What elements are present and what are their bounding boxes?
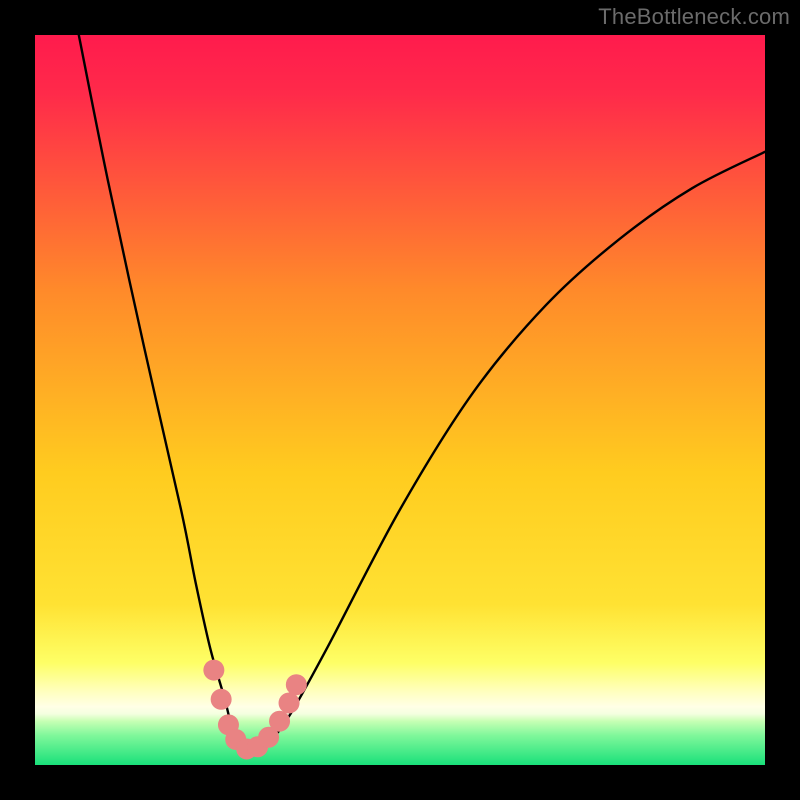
curve-layer xyxy=(35,35,765,765)
plot-area xyxy=(35,35,765,765)
chart-frame: TheBottleneck.com xyxy=(0,0,800,800)
curve-marker xyxy=(286,674,307,695)
curve-marker xyxy=(203,660,224,681)
bottleneck-curve xyxy=(79,35,765,751)
watermark-text: TheBottleneck.com xyxy=(598,4,790,30)
curve-marker xyxy=(211,689,232,710)
curve-marker xyxy=(279,692,300,713)
curve-marker xyxy=(269,711,290,732)
